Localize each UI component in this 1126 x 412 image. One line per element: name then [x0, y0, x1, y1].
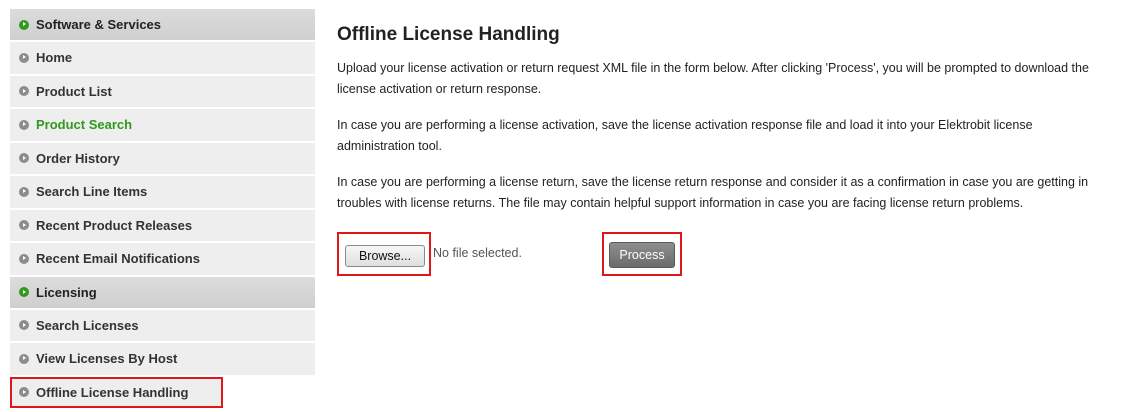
play-circle-icon — [19, 19, 29, 30]
sidebar-item-recent-email-notifications[interactable]: Recent Email Notifications — [10, 243, 315, 275]
file-status-text: No file selected. — [433, 246, 522, 260]
sidebar-item-label: Recent Product Releases — [36, 217, 193, 233]
play-circle-icon — [19, 52, 29, 63]
play-circle-icon — [19, 119, 29, 130]
sidebar-item-search-licenses[interactable]: Search Licenses — [10, 309, 315, 341]
sidebar-header-licensing[interactable]: Licensing — [10, 276, 315, 308]
play-circle-icon — [19, 287, 29, 297]
process-highlight-box: Process — [602, 232, 682, 276]
sidebar-item-label: Product List — [36, 83, 112, 99]
sidebar-item-offline-license-handling[interactable]: Offline License Handling — [10, 376, 223, 408]
sidebar-header-label: Licensing — [36, 284, 97, 300]
sidebar-header-software-services[interactable]: Software & Services — [10, 9, 315, 40]
sidebar-item-label: Search Line Items — [36, 184, 148, 200]
instruction-paragraph: Upload your license activation or return… — [337, 61, 1089, 96]
sidebar-item-label: Home — [36, 50, 73, 66]
play-circle-icon — [19, 353, 29, 364]
sidebar-header-label: Software & Services — [36, 17, 162, 32]
browse-button[interactable]: Browse... — [345, 245, 425, 267]
play-circle-icon — [19, 186, 29, 197]
sidebar-item-label: View Licenses By Host — [36, 351, 178, 367]
browse-highlight-box: Browse... — [337, 232, 431, 276]
sidebar-item-order-history[interactable]: Order History — [10, 142, 315, 174]
play-circle-icon — [19, 387, 29, 398]
sidebar-item-product-list[interactable]: Product List — [10, 75, 315, 107]
upload-form: Browse... No file selected. Process — [337, 232, 1112, 282]
process-button[interactable]: Process — [609, 242, 675, 268]
activation-paragraph: In case you are performing a license act… — [337, 118, 1033, 153]
main-content: Offline License Handling Upload your lic… — [337, 24, 1112, 282]
sidebar-item-product-search[interactable]: Product Search — [10, 109, 315, 141]
play-circle-icon — [19, 320, 29, 331]
sidebar-item-label: Offline License Handling — [36, 384, 189, 400]
sidebar-item-label: Recent Email Notifications — [36, 251, 200, 267]
sidebar-item-view-licenses-by-host[interactable]: View Licenses By Host — [10, 343, 315, 375]
page-title: Offline License Handling — [337, 24, 560, 45]
return-paragraph: In case you are performing a license ret… — [337, 175, 1089, 210]
sidebar-item-label: Search Licenses — [36, 317, 139, 333]
play-circle-icon — [19, 86, 29, 97]
sidebar-item-label: Order History — [36, 150, 120, 166]
sidebar-item-search-line-items[interactable]: Search Line Items — [10, 176, 315, 208]
sidebar-item-home[interactable]: Home — [10, 42, 315, 74]
sidebar-nav: Software & Services Home Product List Pr… — [10, 9, 315, 410]
sidebar-item-recent-product-releases[interactable]: Recent Product Releases — [10, 209, 315, 241]
play-circle-icon — [19, 220, 29, 231]
play-circle-icon — [19, 153, 29, 164]
play-circle-icon — [19, 253, 29, 264]
sidebar-item-label: Product Search — [36, 117, 133, 133]
